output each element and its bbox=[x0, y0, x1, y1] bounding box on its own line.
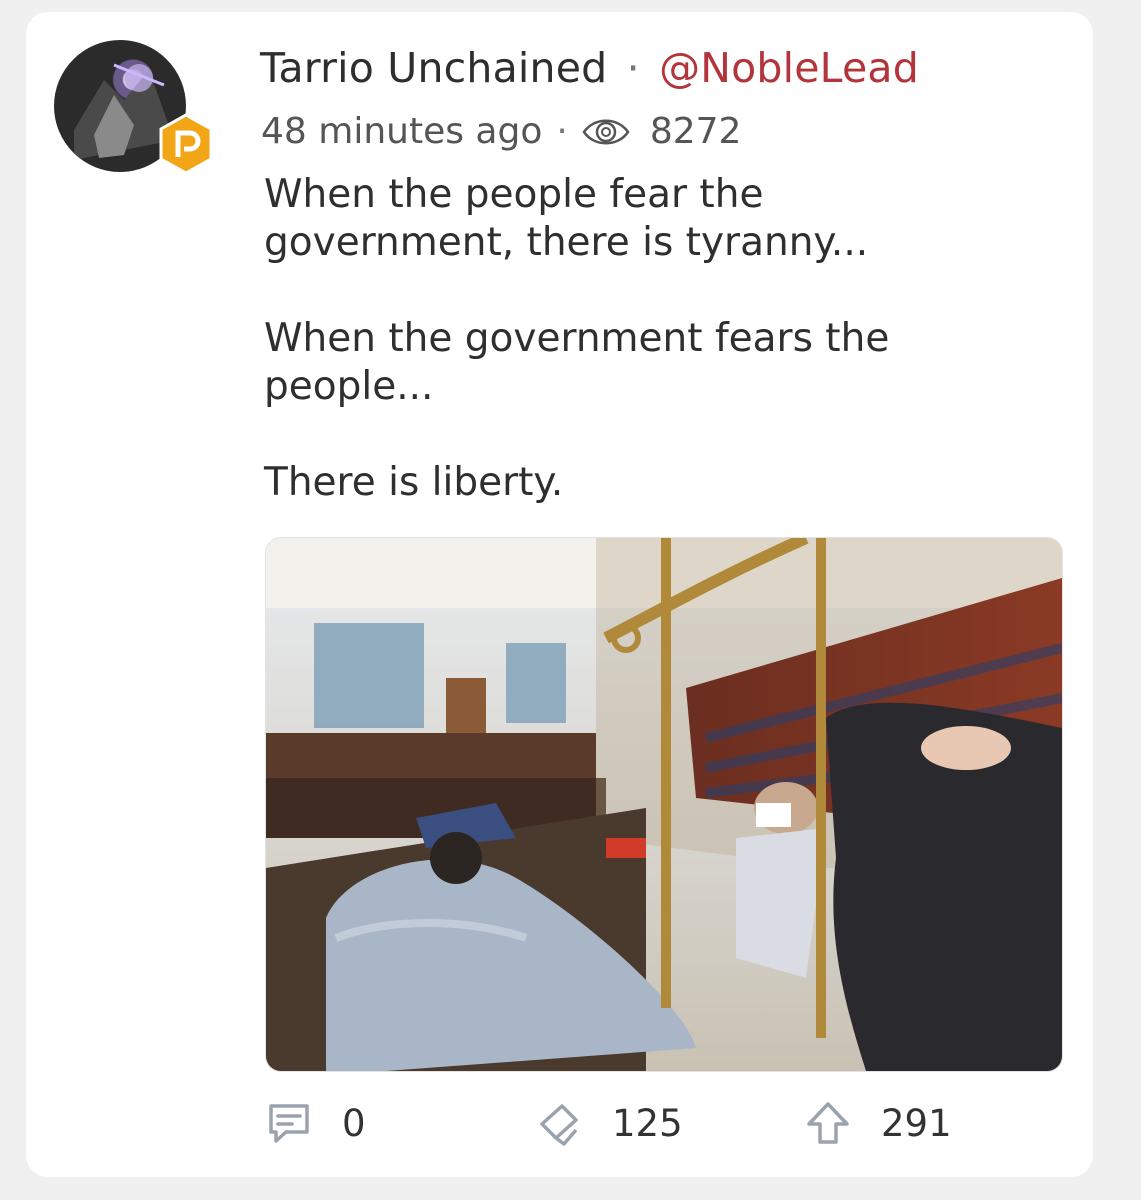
post-meta: 48 minutes ago · 8272 bbox=[261, 111, 741, 152]
separator-dot: · bbox=[626, 44, 640, 92]
view-count: 8272 bbox=[649, 111, 742, 152]
parler-badge-icon bbox=[159, 113, 213, 175]
timestamp: 48 minutes ago bbox=[261, 111, 543, 152]
upvote-button[interactable]: 291 bbox=[805, 1100, 952, 1146]
post-body: When the people fear the government, the… bbox=[264, 172, 890, 505]
eye-icon bbox=[582, 119, 630, 144]
echo-count: 125 bbox=[612, 1101, 683, 1145]
author-name[interactable]: Tarrio Unchained bbox=[260, 44, 607, 92]
upvote-icon bbox=[807, 1102, 849, 1144]
comment-count: 0 bbox=[342, 1101, 366, 1145]
upvote-count: 291 bbox=[881, 1101, 952, 1145]
separator-dot: · bbox=[556, 111, 568, 152]
post-header: Tarrio Unchained · @NobleLead bbox=[260, 44, 919, 92]
echo-icon bbox=[540, 1104, 578, 1146]
comment-icon bbox=[269, 1104, 309, 1143]
comment-button[interactable]: 0 bbox=[266, 1100, 366, 1146]
action-bar: 0 125 291 bbox=[0, 1100, 1141, 1160]
echo-button[interactable]: 125 bbox=[536, 1100, 683, 1146]
author-handle[interactable]: @NobleLead bbox=[659, 44, 919, 92]
post-image[interactable] bbox=[265, 537, 1063, 1072]
